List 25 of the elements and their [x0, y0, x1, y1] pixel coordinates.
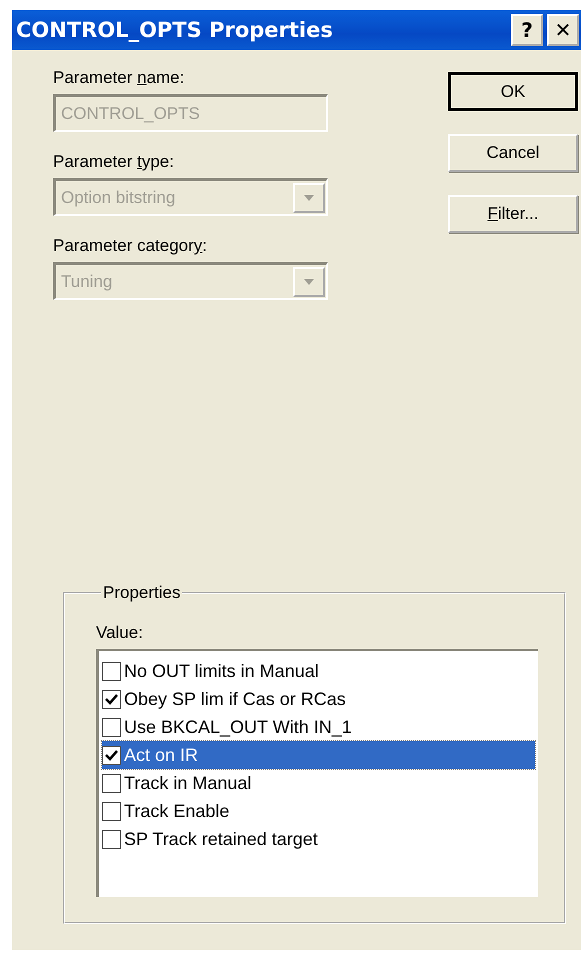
list-item[interactable]: Use BKCAL_OUT With IN_1: [102, 713, 535, 741]
field-label: Parameter category:: [53, 236, 208, 256]
checkbox[interactable]: [102, 802, 121, 820]
value-label: Value:: [96, 623, 144, 643]
checkbox[interactable]: [102, 830, 121, 848]
list-item[interactable]: No OUT limits in Manual: [102, 657, 535, 685]
list-item[interactable]: Obey SP lim if Cas or RCas: [102, 685, 535, 713]
list-item[interactable]: SP Track retained target: [102, 825, 535, 853]
dialog-button[interactable]: Filter...: [448, 195, 578, 233]
checkbox[interactable]: [102, 718, 121, 736]
checkbox[interactable]: [102, 662, 121, 680]
checkbox[interactable]: [102, 746, 121, 764]
close-button[interactable]: ✕: [547, 14, 579, 46]
window-title: CONTROL_OPTS Properties: [16, 18, 334, 42]
dialog-button[interactable]: Cancel: [448, 134, 578, 172]
list-item[interactable]: Track in Manual: [102, 769, 535, 797]
group-title: Properties: [102, 583, 182, 603]
list-item[interactable]: Track Enable: [102, 797, 535, 825]
help-button[interactable]: ?: [511, 14, 543, 46]
checkbox[interactable]: [102, 690, 121, 708]
checkbox[interactable]: [102, 774, 121, 792]
list-item[interactable]: Act on IR: [102, 741, 535, 769]
dialog-button[interactable]: OK: [448, 72, 578, 111]
field-label: Parameter type:: [53, 152, 175, 172]
field-label: Parameter name:: [53, 68, 186, 88]
